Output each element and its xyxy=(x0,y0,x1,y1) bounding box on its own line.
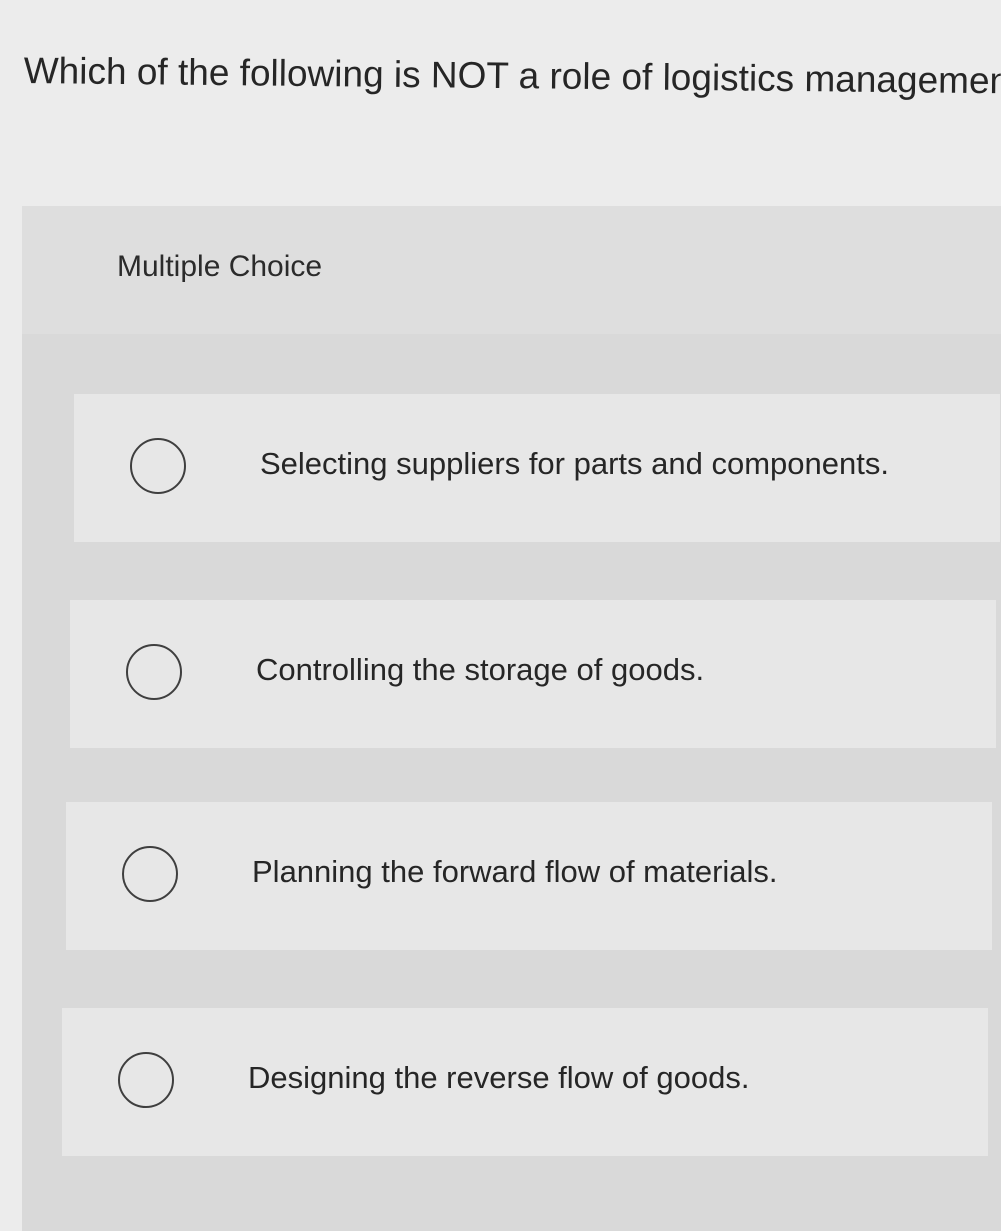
radio-circle-icon[interactable] xyxy=(118,1052,174,1108)
question-type-label: Multiple Choice xyxy=(117,250,323,283)
radio-circle-icon[interactable] xyxy=(130,438,186,494)
answer-option-label: Controlling the storage of goods. xyxy=(256,652,705,687)
answer-option-label: Planning the forward flow of materials. xyxy=(252,854,778,889)
multiple-choice-panel: Multiple Choice Selecting suppliers for … xyxy=(22,206,1001,1231)
answer-option[interactable]: Designing the reverse flow of goods. xyxy=(62,1008,988,1156)
panel-header: Multiple Choice xyxy=(22,206,1001,334)
radio-circle-icon[interactable] xyxy=(126,644,182,700)
question-text: Which of the following is NOT a role of … xyxy=(23,49,1001,102)
radio-circle-icon[interactable] xyxy=(122,846,178,902)
answer-option-label: Selecting suppliers for parts and compon… xyxy=(260,446,889,481)
answer-option[interactable]: Controlling the storage of goods. xyxy=(70,600,996,748)
answer-option-label: Designing the reverse flow of goods. xyxy=(248,1060,750,1095)
answer-option[interactable]: Planning the forward flow of materials. xyxy=(66,802,992,950)
answer-option[interactable]: Selecting suppliers for parts and compon… xyxy=(74,394,1000,542)
